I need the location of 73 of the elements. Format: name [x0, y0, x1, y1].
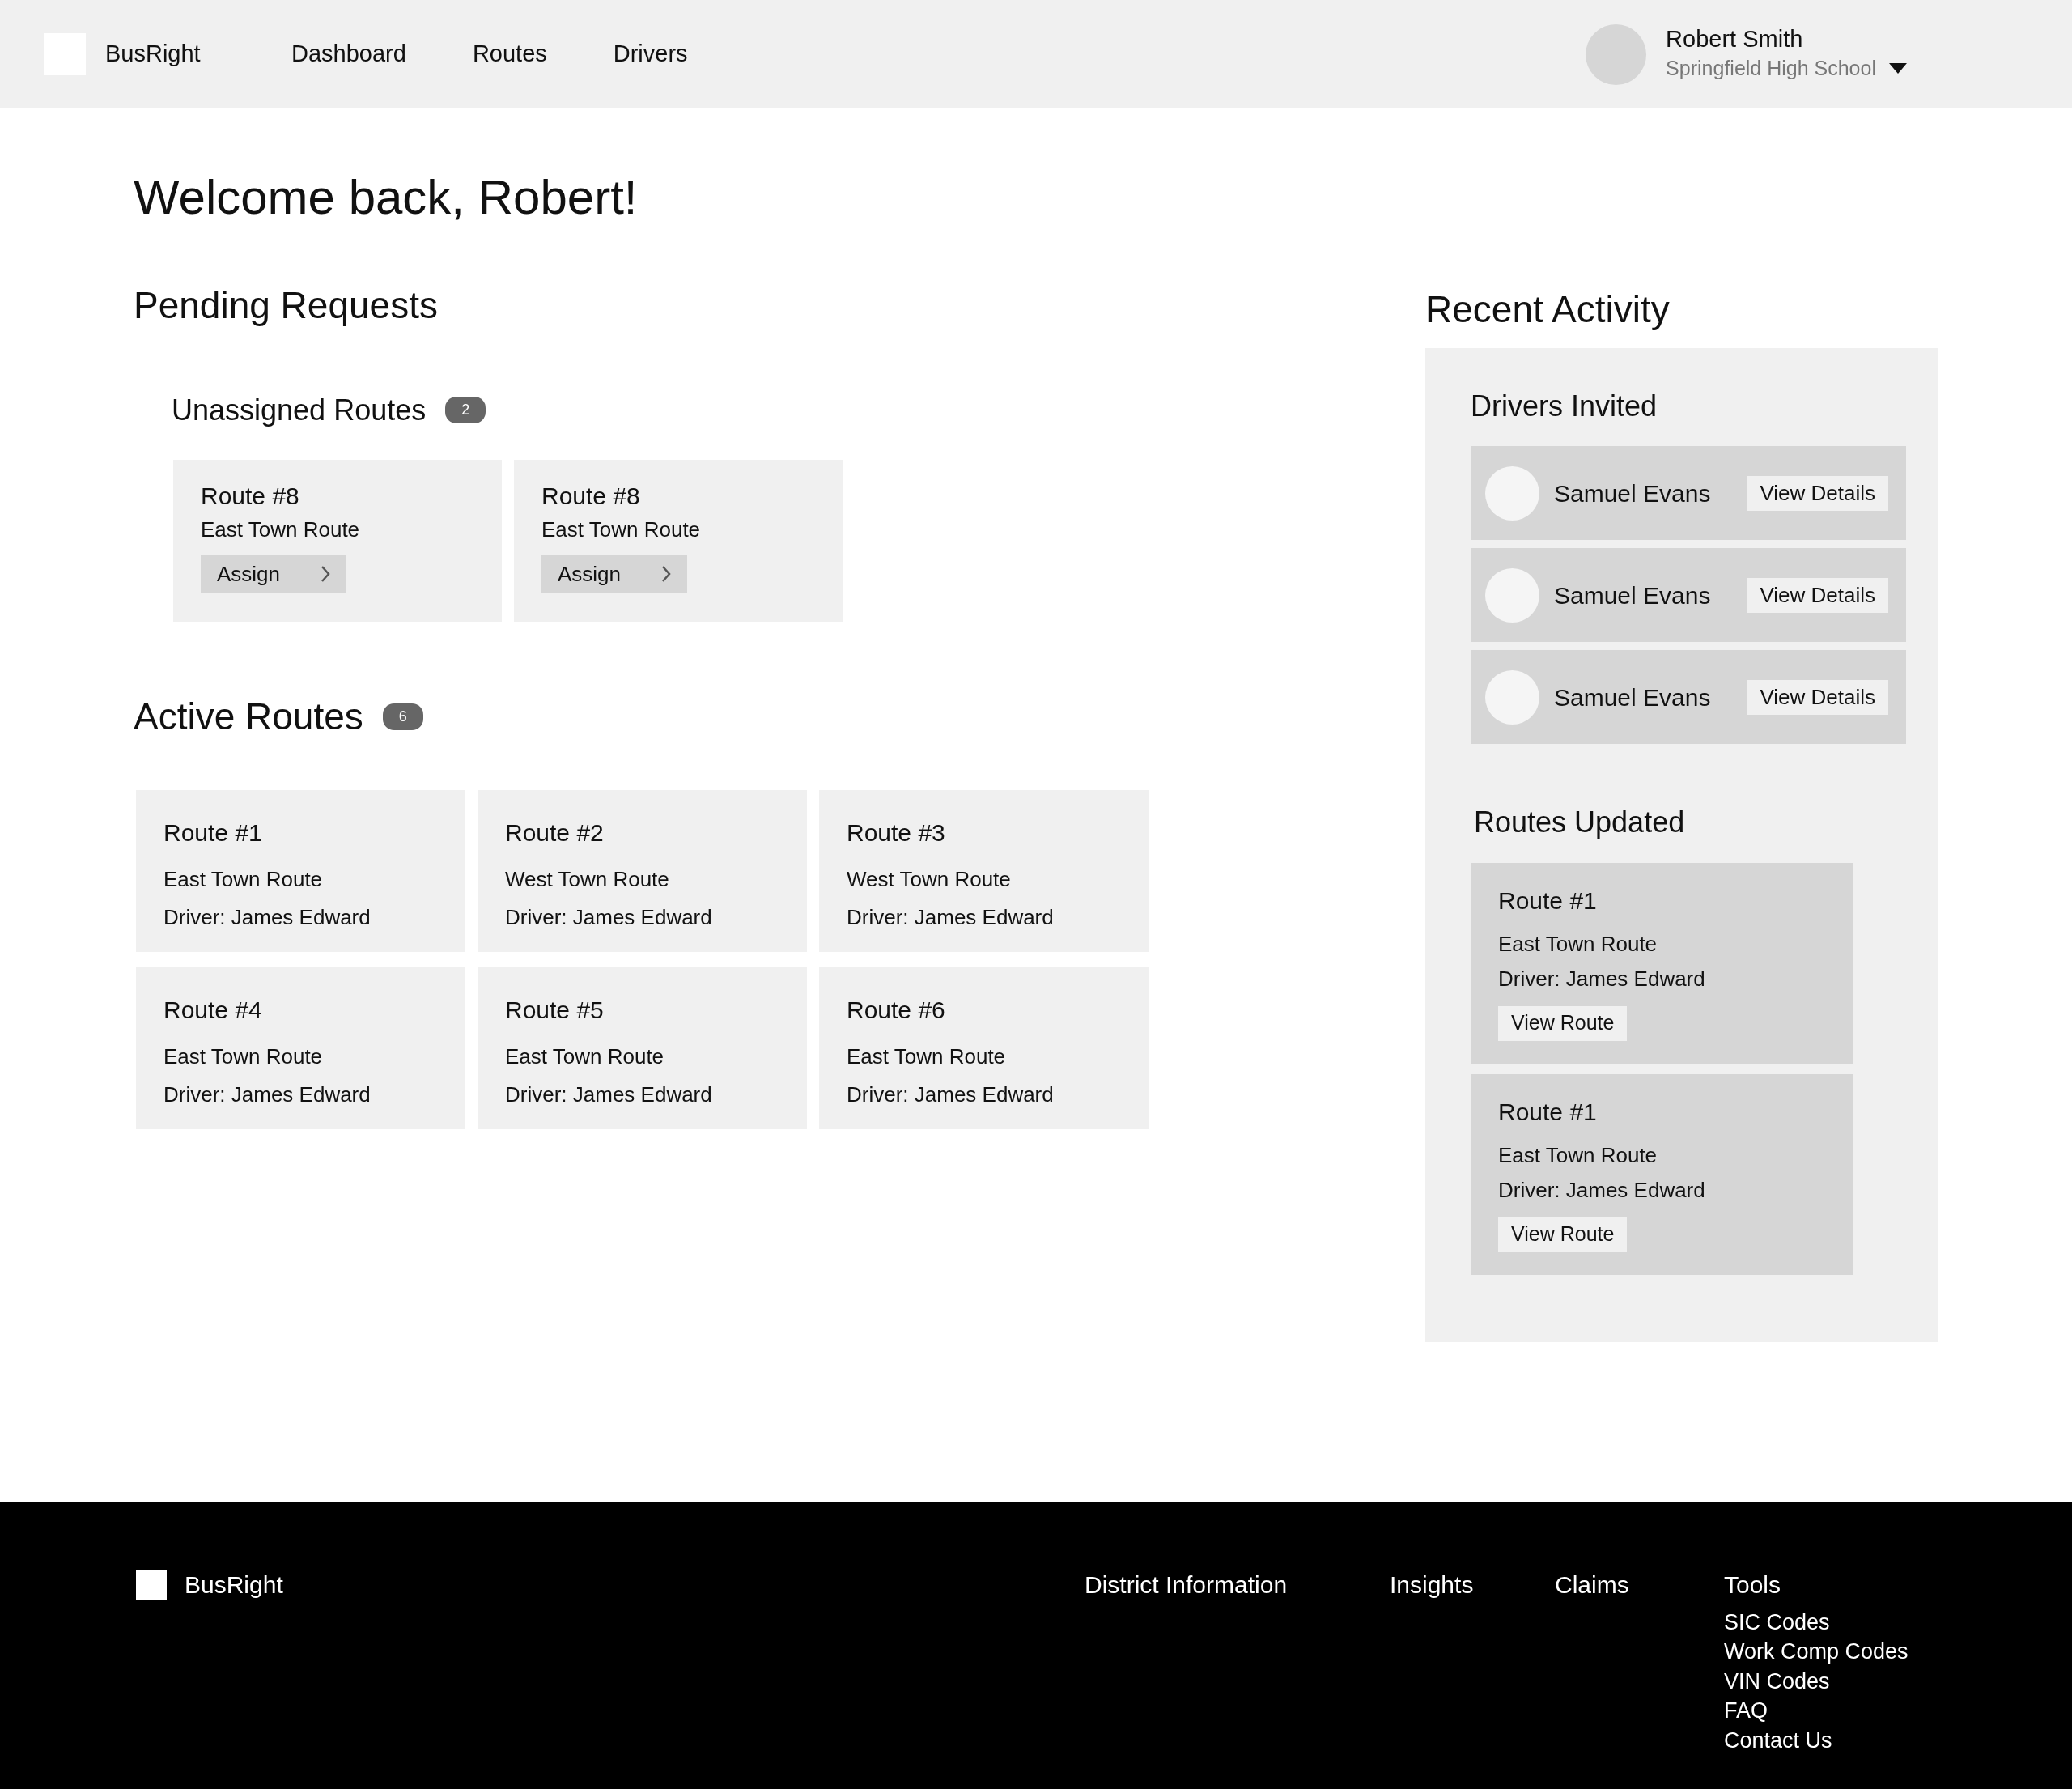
route-card[interactable]: Route #5 East Town Route Driver: James Edward — [478, 967, 807, 1129]
route-title: Route #1 — [163, 818, 263, 848]
route-name: East Town Route — [1498, 1141, 1658, 1169]
welcome-heading: Welcome back, Robert! — [134, 169, 639, 226]
route-name: East Town Route — [163, 865, 324, 893]
route-card[interactable]: Route #3 West Town Route Driver: James Edward — [819, 789, 1149, 952]
school-name: Springfield High School — [1666, 55, 1876, 81]
route-name: East Town Route — [163, 1043, 324, 1070]
driver-name: Driver: James Edward — [1498, 1176, 1706, 1204]
route-title: Route #6 — [847, 995, 946, 1025]
route-name: West Town Route — [847, 865, 1012, 893]
route-name: East Town Route — [1498, 930, 1658, 958]
route-card[interactable]: Route #2 West Town Route Driver: James Edward — [478, 789, 807, 952]
route-title: Route #8 — [541, 482, 641, 512]
route-name: East Town Route — [541, 516, 702, 544]
driver-name: Driver: James Edward — [505, 1081, 713, 1108]
driver-name: Driver: James Edward — [163, 1081, 372, 1108]
view-details-button[interactable]: View Details — [1747, 475, 1888, 511]
route-card[interactable]: Route #4 East Town Route Driver: James Edward — [136, 967, 465, 1129]
footer-link[interactable]: District Information — [1085, 1566, 1390, 1603]
route-title: Route #8 — [201, 482, 300, 512]
route-card[interactable]: Route #1 East Town Route Driver: James Edward — [136, 789, 465, 952]
route-title: Route #1 — [1498, 1097, 1598, 1127]
footer-link[interactable]: Work Comp Codes — [1724, 1638, 1991, 1665]
driver-name: Driver: James Edward — [163, 903, 372, 931]
caret-icon[interactable] — [1889, 62, 1907, 74]
footer-link[interactable]: Tools — [1724, 1566, 1991, 1603]
nav-link[interactable]: Drivers — [613, 36, 688, 72]
view-route-button[interactable]: View Route — [1498, 1005, 1628, 1041]
subsection-heading: Drivers Invited — [1471, 389, 1658, 424]
route-name: East Town Route — [505, 1043, 665, 1070]
logo-icon — [136, 1569, 167, 1600]
count-badge: 6 — [382, 703, 423, 731]
assign-button[interactable]: Assign — [201, 555, 346, 593]
section-heading: Active Routes — [134, 695, 363, 740]
view-details-button[interactable]: View Details — [1747, 577, 1888, 613]
driver-name: Samuel Evans — [1554, 580, 1711, 610]
section-heading: Pending Requests — [134, 283, 439, 328]
route-title: Route #1 — [1498, 886, 1598, 916]
section-heading: Recent Activity — [1425, 287, 1671, 332]
brand-name: BusRight — [185, 1570, 283, 1600]
driver-name: Samuel Evans — [1554, 478, 1711, 508]
route-title: Route #3 — [847, 818, 946, 848]
count-badge: 2 — [445, 397, 486, 424]
driver-name: Driver: James Edward — [505, 903, 713, 931]
view-details-button[interactable]: View Details — [1747, 679, 1888, 715]
route-name: West Town Route — [505, 865, 670, 893]
subsection-heading: Routes Updated — [1474, 805, 1686, 840]
route-title: Route #4 — [163, 995, 263, 1025]
route-name: East Town Route — [201, 516, 361, 544]
user-name: Robert Smith — [1666, 24, 1804, 53]
view-route-button[interactable]: View Route — [1498, 1217, 1628, 1252]
footer-link[interactable]: Contact Us — [1724, 1727, 1991, 1753]
route-name: East Town Route — [847, 1043, 1007, 1070]
driver-name: Driver: James Edward — [847, 903, 1055, 931]
footer-link[interactable]: FAQ — [1724, 1698, 1991, 1724]
footer-link[interactable]: Insights — [1390, 1566, 1555, 1603]
route-title: Route #2 — [505, 818, 605, 848]
driver-name: Driver: James Edward — [847, 1081, 1055, 1108]
route-card[interactable]: Route #6 East Town Route Driver: James Edward — [819, 967, 1149, 1129]
route-title: Route #5 — [505, 995, 605, 1025]
subsection-heading: Unassigned Routes — [172, 393, 427, 428]
assign-button[interactable]: Assign — [541, 555, 687, 593]
footer-link[interactable]: SIC Codes — [1724, 1609, 1991, 1636]
driver-name: Samuel Evans — [1554, 682, 1711, 712]
driver-name: Driver: James Edward — [1498, 965, 1706, 992]
brand-name: BusRight — [105, 40, 202, 69]
footer-link[interactable]: Claims — [1555, 1566, 1724, 1603]
footer-link[interactable]: VIN Codes — [1724, 1668, 1991, 1695]
nav-link[interactable]: Routes — [472, 36, 547, 72]
chevron-icon — [661, 565, 671, 584]
nav-link[interactable]: Dashboard — [291, 36, 406, 72]
chevron-icon — [321, 565, 330, 584]
